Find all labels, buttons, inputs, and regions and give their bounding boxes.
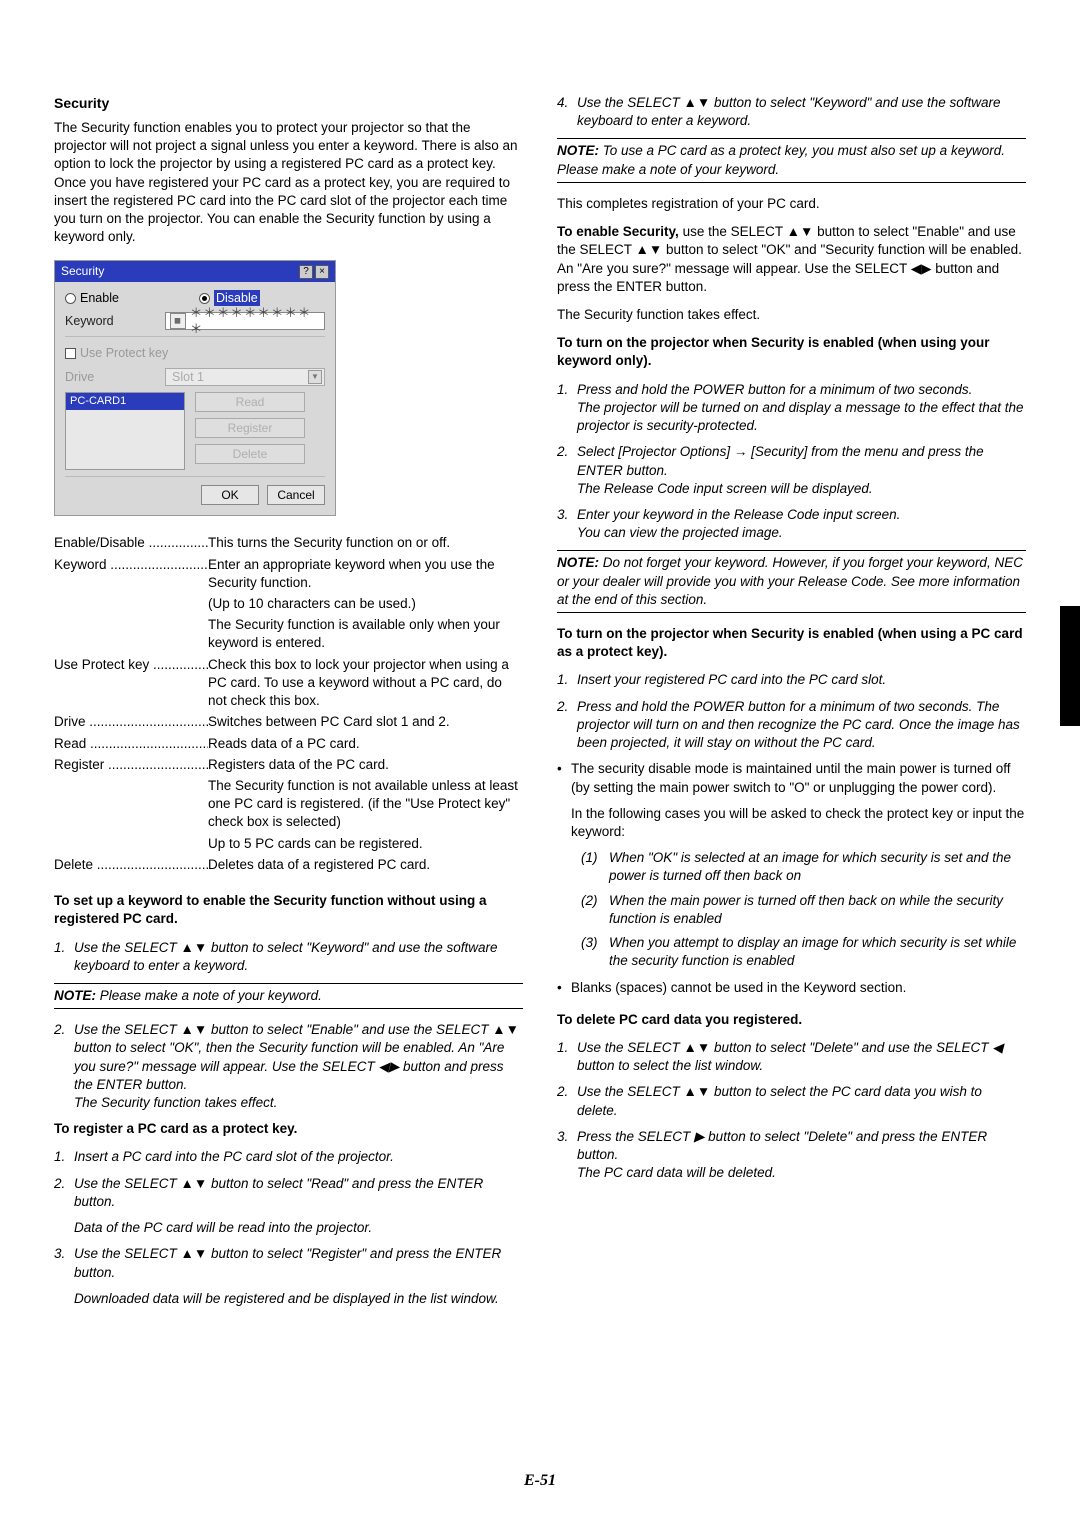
cancel-button[interactable]: Cancel [267,485,325,505]
def-term: Delete [54,856,208,874]
bullet-text: Blanks (spaces) cannot be used in the Ke… [571,979,906,997]
security-dialog: Security ? × Enable Disable [54,260,336,516]
cases-intro: In the following cases you will be asked… [571,805,1026,841]
def-desc: Check this box to lock your projector wh… [208,656,523,711]
def-desc: This turns the Security function on or o… [208,534,523,552]
bullet-text: The security disable mode is maintained … [571,760,1026,796]
step-text: Insert a PC card into the PC card slot o… [74,1148,523,1166]
step-text: Use the SELECT ▲▼ button to select "Read… [74,1175,523,1211]
def-desc: The Security function is not available u… [208,777,523,832]
step-text: Use the SELECT ▲▼ button to select "Enab… [74,1021,523,1112]
keyword-label: Keyword [65,313,157,330]
enable-radio[interactable]: Enable [65,290,191,307]
step-note: Downloaded data will be registered and b… [74,1290,523,1308]
def-term: Register [54,756,208,774]
enable-radio-label: Enable [80,290,119,307]
enable-instructions: To enable Security, use the SELECT ▲▼ bu… [557,223,1026,296]
dialog-title-bar: Security ? × [55,261,335,281]
enable-result: The Security function takes effect. [557,306,1026,324]
keyword-value: ＊＊＊＊＊＊＊＊＊＊ [190,305,324,339]
drive-select[interactable]: Slot 1 ▼ [165,368,325,386]
def-desc: Registers data of the PC card. [208,756,523,774]
step-text: Use the SELECT ▲▼ button to select the P… [577,1083,1026,1119]
keyboard-icon[interactable]: ▦ [170,313,186,329]
help-icon[interactable]: ? [299,265,313,279]
def-desc: Reads data of a PC card. [208,735,523,753]
turnon-kw-heading: To turn on the projector when Security i… [557,334,1026,370]
pc-card-list[interactable]: PC-CARD1 [65,392,185,470]
note: NOTE: Do not forget your keyword. Howeve… [557,550,1026,613]
def-desc: (Up to 10 characters can be used.) [208,595,523,613]
turnon-pc-heading: To turn on the projector when Security i… [557,625,1026,661]
def-desc: Enter an appropriate keyword when you us… [208,556,523,592]
complete-text: This completes registration of your PC c… [557,195,1026,213]
case-text: When the main power is turned off then b… [609,892,1026,928]
step-text: Use the SELECT ▲▼ button to select "Regi… [74,1245,523,1281]
step-text: Press and hold the POWER button for a mi… [577,381,1026,436]
step-note: Data of the PC card will be read into th… [74,1219,523,1237]
def-desc: Switches between PC Card slot 1 and 2. [208,713,523,731]
section-heading: Security [54,94,523,113]
step-text: Press and hold the POWER button for a mi… [577,698,1026,753]
setup-heading: To set up a keyword to enable the Securi… [54,892,523,928]
register-heading: To register a PC card as a protect key. [54,1120,523,1138]
chevron-down-icon[interactable]: ▼ [308,370,322,384]
drive-select-value: Slot 1 [172,369,204,386]
read-button[interactable]: Read [195,392,305,412]
register-button[interactable]: Register [195,418,305,438]
list-item[interactable]: PC-CARD1 [66,393,184,410]
page-number: E-51 [0,1470,1080,1492]
drive-label: Drive [65,369,157,386]
def-term: Enable/Disable [54,534,208,552]
use-protect-key-checkbox[interactable]: Use Protect key [65,345,325,362]
close-icon[interactable]: × [315,265,329,279]
step-text: Insert your registered PC card into the … [577,671,1026,689]
delete-heading: To delete PC card data you registered. [557,1011,1026,1029]
note: NOTE: Please make a note of your keyword… [54,983,523,1009]
step-text: Select [Projector Options] → [Security] … [577,443,1026,498]
def-desc: Up to 5 PC cards can be registered. [208,835,523,853]
keyword-input[interactable]: ▦ ＊＊＊＊＊＊＊＊＊＊ [165,312,325,330]
side-tab [1060,606,1080,726]
intro-paragraph: The Security function enables you to pro… [54,119,523,247]
def-term: Keyword [54,556,208,592]
step-text: Enter your keyword in the Release Code i… [577,506,1026,542]
def-term: Read [54,735,208,753]
def-desc: The Security function is available only … [208,616,523,652]
def-term: Drive [54,713,208,731]
ok-button[interactable]: OK [201,485,259,505]
step-text: Press the SELECT ▶ button to select "Del… [577,1128,1026,1183]
step-text: Use the SELECT ▲▼ button to select "Keyw… [74,939,523,975]
dialog-title: Security [61,263,104,279]
def-desc: Deletes data of a registered PC card. [208,856,523,874]
step-text: Use the SELECT ▲▼ button to select "Keyw… [577,94,1026,130]
case-text: When you attempt to display an image for… [609,934,1026,970]
note: NOTE: To use a PC card as a protect key,… [557,138,1026,182]
def-term: Use Protect key [54,656,208,711]
step-text: Use the SELECT ▲▼ button to select "Dele… [577,1039,1026,1075]
definition-list: Enable/Disable This turns the Security f… [54,534,523,874]
use-protect-key-label: Use Protect key [80,345,168,362]
case-text: When "OK" is selected at an image for wh… [609,849,1026,885]
delete-button[interactable]: Delete [195,444,305,464]
